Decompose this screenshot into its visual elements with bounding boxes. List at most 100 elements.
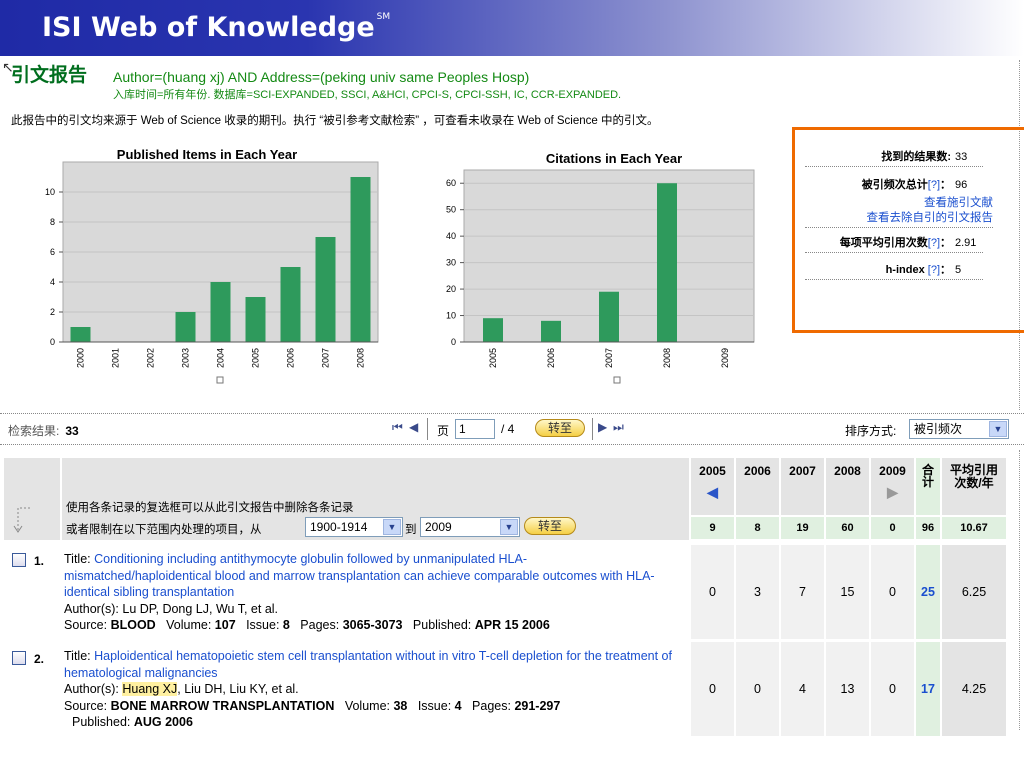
- next-page-icon[interactable]: ▶: [598, 420, 607, 434]
- year-label: 2007: [789, 464, 816, 478]
- issue-label: Issue:: [246, 618, 280, 632]
- average-citations-row: 每项平均引用次数[?]： 2.91: [805, 234, 983, 253]
- pages-label: Pages:: [300, 618, 340, 632]
- help-link[interactable]: [?]: [928, 237, 940, 249]
- help-link[interactable]: [?]: [928, 179, 940, 191]
- volume-label: Volume:: [166, 618, 212, 632]
- next-years-arrow-icon[interactable]: ▶: [871, 484, 914, 501]
- x-tick-label: 2003: [181, 348, 191, 368]
- published-items-chart: Published Items in Each Year 0 2 4 6 8 10 2000 2…: [45, 147, 379, 384]
- record-average: 4.25: [942, 642, 1006, 736]
- bar: [245, 297, 266, 342]
- record-total-link[interactable]: 17: [916, 642, 940, 736]
- sort-select[interactable]: 被引频次 ▼: [909, 419, 1009, 439]
- title-label: Title:: [64, 649, 91, 663]
- y-tick-label: 10: [446, 311, 456, 321]
- y-tick-label: 10: [45, 187, 55, 197]
- grand-total: 96: [916, 517, 940, 539]
- year-header-2009: 2009 ▶: [871, 458, 914, 515]
- y-tick-label: 2: [50, 307, 55, 317]
- year-to-select[interactable]: 2009 ▼: [420, 517, 520, 537]
- filter-range-label: 或者限制在以下范围内处理的项目，从: [66, 524, 262, 536]
- citation-count-cell: 0: [871, 545, 914, 639]
- record-published: AUG 2006: [133, 715, 193, 729]
- year-header-2005: 2005 ◀: [691, 458, 734, 515]
- record-volume: 107: [214, 618, 236, 632]
- previous-page-icon[interactable]: ◀: [409, 420, 418, 434]
- source-label: Source:: [64, 618, 108, 632]
- citation-count-cell: 7: [781, 545, 824, 639]
- record-issue: 8: [282, 618, 290, 632]
- citation-stats-panel: 找到的结果数: 33 被引频次总计[?]： 96 查看施引文献 查看去除自引的引文报…: [792, 127, 1024, 333]
- citation-count-cell: 3: [736, 545, 779, 639]
- record-pages: 3065-3073: [342, 618, 403, 632]
- record-source: BLOOD: [110, 618, 156, 632]
- view-without-self-citations-link[interactable]: 查看去除自引的引文报告: [805, 209, 993, 228]
- citation-count-cell: 4: [781, 642, 824, 736]
- year-total-2009: 0: [871, 517, 914, 539]
- average-citations-label: 每项平均引用次数: [839, 237, 928, 249]
- year-header-2006: 2006: [736, 458, 779, 515]
- record-details: Title: Conditioning including antithymoc…: [64, 551, 674, 634]
- citation-count-cell: 0: [691, 545, 734, 639]
- trademark-mark: SM: [376, 12, 391, 22]
- search-query: Author=(huang xj) AND Address=(peking un…: [113, 69, 530, 85]
- authors-label: Author(s):: [64, 601, 119, 616]
- record-checkbox[interactable]: [12, 651, 26, 665]
- app-title: ISI Web of Knowledge SM: [42, 12, 390, 43]
- year-label: 2006: [744, 464, 771, 478]
- page-number-input[interactable]: [455, 419, 495, 439]
- published-label: Published:: [412, 618, 472, 632]
- record-authors: , Liu DH, Liu KY, et al.: [177, 682, 299, 696]
- year-total-2008: 60: [826, 517, 869, 539]
- view-citing-articles-link[interactable]: 查看施引文献: [805, 194, 993, 210]
- year-header-2008: 2008: [826, 458, 869, 515]
- help-link[interactable]: [?]: [928, 264, 940, 276]
- record-volume: 38: [393, 698, 408, 713]
- vertical-divider: [1019, 450, 1020, 730]
- y-tick-label: 60: [446, 178, 456, 188]
- colon: ：: [940, 237, 951, 249]
- times-cited-label: 被引频次总计: [861, 179, 928, 191]
- legend-marker: [216, 376, 224, 384]
- record-title-link[interactable]: Conditioning including antithymocyte glo…: [64, 552, 655, 599]
- x-tick-label: 2006: [546, 348, 556, 368]
- bar: [315, 237, 336, 342]
- x-tick-label: 2008: [356, 348, 366, 368]
- citation-count-cell: 0: [736, 642, 779, 736]
- citation-count-cell: 13: [826, 642, 869, 736]
- volume-label: Volume:: [344, 698, 390, 713]
- to-label: 到: [405, 524, 417, 536]
- x-tick-label: 2000: [76, 348, 86, 368]
- times-cited-row: 被引频次总计[?]： 96: [805, 176, 983, 194]
- first-page-icon[interactable]: ⏮: [392, 420, 403, 435]
- record-issue: 4: [454, 698, 462, 713]
- go-to-page-button[interactable]: 转至: [535, 419, 585, 437]
- year-total-2006: 8: [736, 517, 779, 539]
- highlighted-author: Huang XJ: [122, 682, 178, 696]
- citation-count-cell: 0: [871, 642, 914, 736]
- times-cited-value: 96: [955, 179, 968, 191]
- source-label: Source:: [64, 698, 108, 713]
- title-bar: ISI Web of Knowledge SM: [0, 0, 1024, 56]
- legend-marker: [613, 376, 621, 384]
- results-label-text: 检索结果:: [8, 424, 60, 438]
- filter-go-button[interactable]: 转至: [524, 517, 576, 535]
- year-from-select[interactable]: 1900-1914 ▼: [305, 517, 403, 537]
- record-title-link[interactable]: Haploidentical hematopoietic stem cell t…: [64, 649, 672, 680]
- grand-average: 10.67: [942, 517, 1006, 539]
- chart-title: Published Items in Each Year: [117, 147, 297, 162]
- record-total-link[interactable]: 25: [916, 545, 940, 639]
- chevron-down-icon: ▼: [989, 421, 1007, 437]
- previous-years-arrow-icon[interactable]: ◀: [691, 484, 734, 501]
- separator: [427, 418, 428, 440]
- last-page-icon[interactable]: ⏭: [613, 420, 624, 435]
- record-checkbox[interactable]: [12, 553, 26, 567]
- y-tick-label: 30: [446, 258, 456, 268]
- results-count: 33: [65, 424, 79, 438]
- year-from-value: 1900-1914: [310, 520, 368, 534]
- x-tick-label: 2001: [111, 348, 121, 368]
- authors-label: Author(s):: [64, 682, 119, 696]
- record-number: 1.: [34, 554, 45, 568]
- h-index-label: h-index: [885, 264, 925, 276]
